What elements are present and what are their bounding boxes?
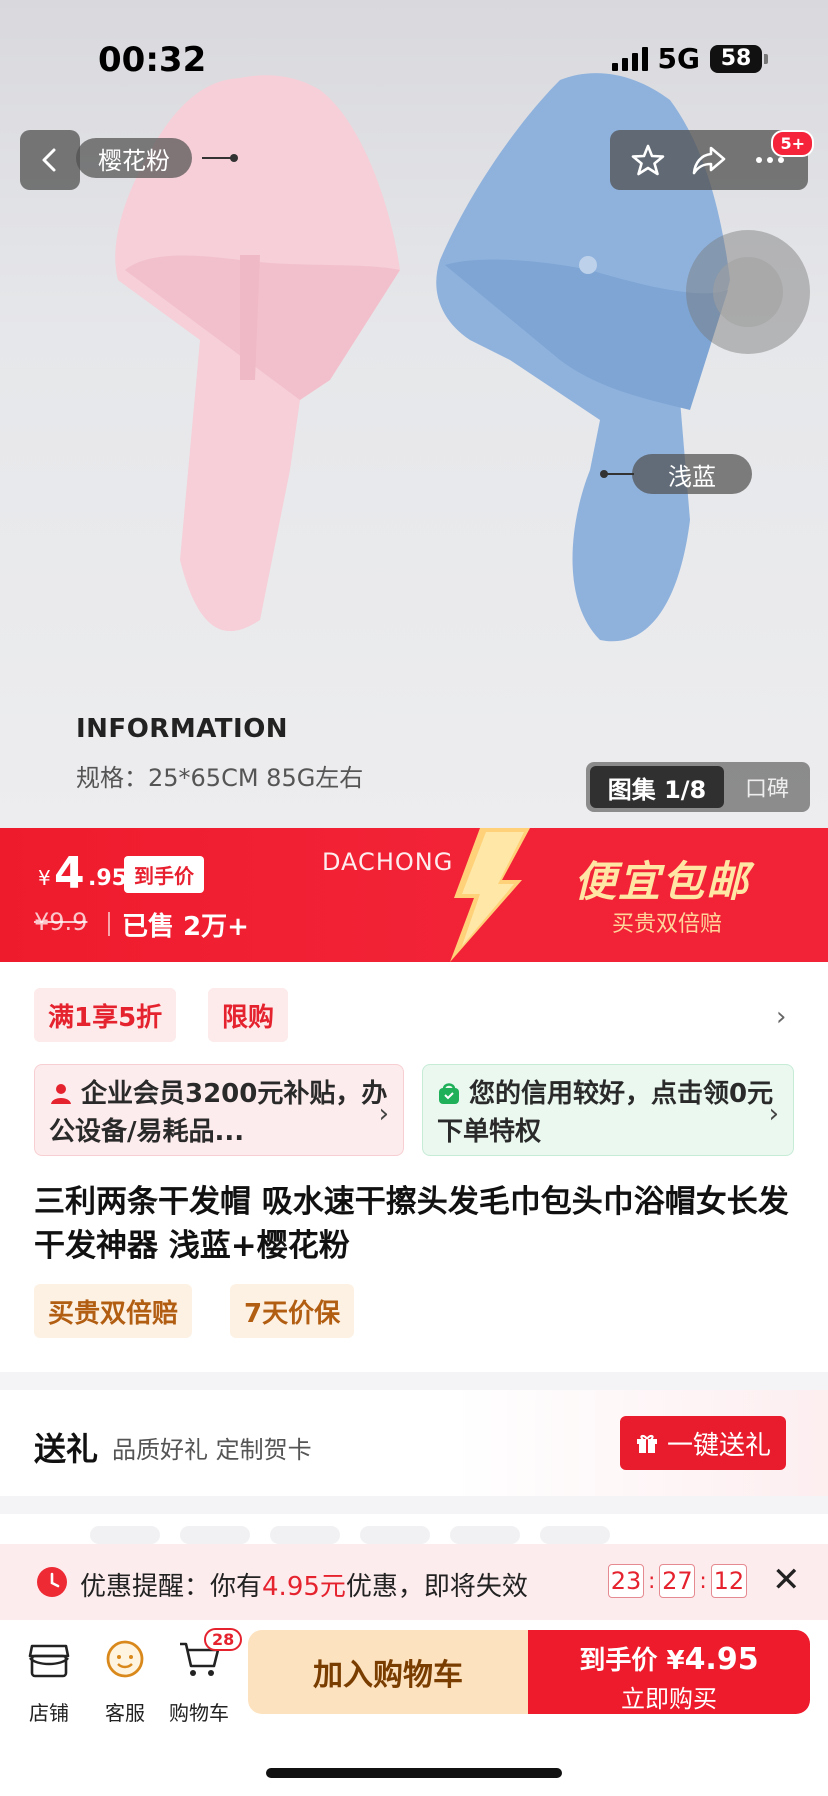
promo-subline: 买贵双倍赔 [612,912,723,937]
final-price-tag: 到手价 [124,856,204,893]
star-icon[interactable] [631,143,665,177]
price-integer: 4 [54,848,85,899]
signal-icon [611,46,648,71]
gift-title: 送礼 [34,1430,99,1468]
status-bar-right: 5G 58 [611,42,768,75]
promo-headline: 便宜包邮 [574,857,751,906]
buy-currency: ¥ [666,1646,685,1676]
buy-price: 4.95 [684,1642,759,1677]
gallery-switcher[interactable]: 图集 1/8 口碑 [586,762,810,812]
bag-icon [439,1083,459,1104]
chevron-right-icon: › [768,1099,779,1129]
service-label: 客服 [105,1701,145,1725]
status-time: 00:32 [98,40,207,80]
info-spec: 规格：25*65CM 85G左右 [76,764,364,792]
buy-price-line: 到手价 ¥4.95 [528,1640,810,1677]
lightning-icon [450,828,530,962]
buy-price-label: 到手价 [579,1646,658,1676]
store-label: 店铺 [29,1701,69,1725]
gallery-tab[interactable]: 图集 1/8 [590,766,724,808]
home-indicator [266,1768,562,1778]
timer-minutes: 27 [659,1564,696,1598]
reviews-tab[interactable]: 口碑 [724,771,810,803]
buy-now-label: 立即购买 [621,1685,717,1713]
close-icon[interactable]: ✕ [772,1560,801,1600]
next-section-preview [0,1514,828,1544]
send-gift-label: 一键送礼 [666,1430,771,1461]
product-image-hero[interactable]: 00:32 5G 58 樱花粉 浅蓝 5+ INFORMATION 规格：25*… [0,0,828,828]
network-type: 5G [657,42,700,75]
chevron-right-icon: › [378,1099,389,1129]
original-price: ¥9.9 [34,908,88,936]
price-decimal: .95 [88,866,127,891]
spec-tag-pink[interactable]: 樱花粉 [76,138,192,178]
gift-subtitle: 品质好礼 定制贺卡 [112,1436,312,1464]
perk-text: 企业会员3200元补贴，办公设备/易耗品... [49,1079,388,1147]
brand-watermark: DACHONG [322,848,454,876]
reminder-suffix: 优惠，即将失效 [345,1572,528,1602]
gift-card: 送礼 品质好礼 定制贺卡 一键送礼 [0,1390,828,1496]
timer-seconds: 12 [710,1564,747,1598]
sold-count: 已售 2万+ [122,912,249,942]
service-icon [106,1640,144,1678]
reminder-prefix: 优惠提醒：你有 [80,1572,263,1602]
chevron-right-icon[interactable]: › [776,1002,786,1032]
store-icon [28,1644,70,1678]
spec-tag-blue[interactable]: 浅蓝 [632,454,752,494]
discount-reminder-bar[interactable]: 优惠提醒：你有4.95元优惠，即将失效 23 : 27 : 12 ✕ [0,1544,828,1620]
store-button[interactable]: 店铺 [14,1636,84,1726]
chevron-left-icon [42,148,56,172]
back-button[interactable] [20,130,80,190]
clock-icon [37,1567,67,1597]
guarantee-chip[interactable]: 买贵双倍赔 [34,1284,193,1338]
price-banner: ¥ 4 .95 到手价 ¥9.9 已售 2万+ DACHONG 便宜包邮 买贵双… [0,828,828,962]
gift-icon [636,1434,657,1453]
buy-now-button[interactable]: 到手价 ¥4.95 立即购买 [528,1630,810,1714]
add-to-cart-button[interactable]: 加入购物车 [248,1630,528,1714]
tag-dot [600,470,608,478]
cart-button[interactable]: 28 购物车 [164,1628,243,1726]
countdown-timer: 23 : 27 : 12 [608,1564,747,1598]
divider [108,912,110,936]
info-heading: INFORMATION [76,714,289,744]
credit-perk[interactable]: 您的信用较好，点击领0元下单特权 › [422,1064,794,1156]
price-protect-chip[interactable]: 7天价保 [230,1284,355,1338]
reminder-amount: 4.95元 [262,1572,346,1602]
limit-chip[interactable]: 限购 [208,988,289,1042]
cart-count-badge: 28 [204,1628,243,1651]
send-gift-button[interactable]: 一键送礼 [620,1416,786,1470]
reminder-text: 优惠提醒：你有4.95元优惠，即将失效 [80,1566,528,1603]
tag-connector [604,473,634,475]
tag-dot [230,154,238,162]
battery-icon: 58 [710,44,768,73]
discount-chip[interactable]: 满1享5折 [34,988,177,1042]
cart-label: 购物车 [169,1701,229,1725]
notification-badge: 5+ [771,130,814,157]
timer-hours: 23 [608,1564,644,1598]
perk-text: 您的信用较好，点击领0元下单特权 [437,1079,774,1147]
customer-service-button[interactable]: 客服 [90,1636,160,1726]
tag-connector [202,157,232,159]
user-icon [51,1084,71,1104]
share-icon[interactable] [691,143,727,177]
price-currency: ¥ [38,866,51,890]
floating-assistant-button[interactable] [686,230,810,354]
enterprise-member-perk[interactable]: 企业会员3200元补贴，办公设备/易耗品... › [34,1064,404,1156]
product-title: 三利两条干发帽 吸水速干擦头发毛巾包头巾浴帽女长发干发神器 浅蓝+樱花粉 [34,1184,789,1264]
